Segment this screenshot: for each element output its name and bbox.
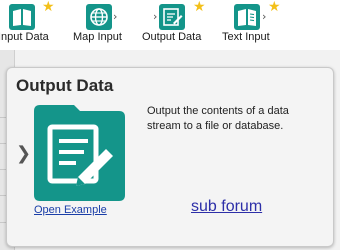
open-example-link[interactable]: Open Example	[34, 204, 107, 216]
tool-text-input[interactable]: › ★ Text Input	[220, 0, 300, 50]
notepad-pencil-icon	[159, 4, 185, 30]
tool-label: Output Data	[142, 31, 202, 43]
sub-forum-link[interactable]: sub forum	[191, 198, 262, 216]
chevron-right-icon: ›	[262, 10, 267, 23]
tool-palette: ★ Input Data › Map Input › ★ Output Data…	[0, 0, 340, 50]
tooltip-description: Output the contents of a data stream to …	[147, 105, 289, 132]
tooltip-title: Output Data	[16, 76, 114, 95]
book-icon	[9, 4, 35, 30]
tool-label: Text Input	[222, 31, 270, 43]
favorite-star-icon: ★	[193, 0, 206, 15]
chevron-right-icon: ›	[153, 10, 158, 23]
tool-map-input[interactable]: › Map Input	[70, 0, 132, 50]
tool-input-data[interactable]: ★ Input Data	[0, 0, 70, 50]
tool-output-data[interactable]: › ★ Output Data	[140, 0, 220, 50]
output-data-large-icon	[34, 105, 125, 201]
globe-icon	[86, 4, 112, 30]
chevron-right-icon[interactable]: ❯	[16, 143, 31, 164]
chevron-right-icon: ›	[113, 10, 118, 23]
tool-tooltip-panel: Output Data ❯ Output the contents of a d…	[6, 67, 334, 247]
tool-label: Map Input	[73, 31, 122, 43]
favorite-star-icon: ★	[268, 0, 281, 15]
favorite-star-icon: ★	[42, 0, 55, 15]
tool-label: Input Data	[0, 31, 49, 43]
text-book-icon	[234, 4, 260, 30]
